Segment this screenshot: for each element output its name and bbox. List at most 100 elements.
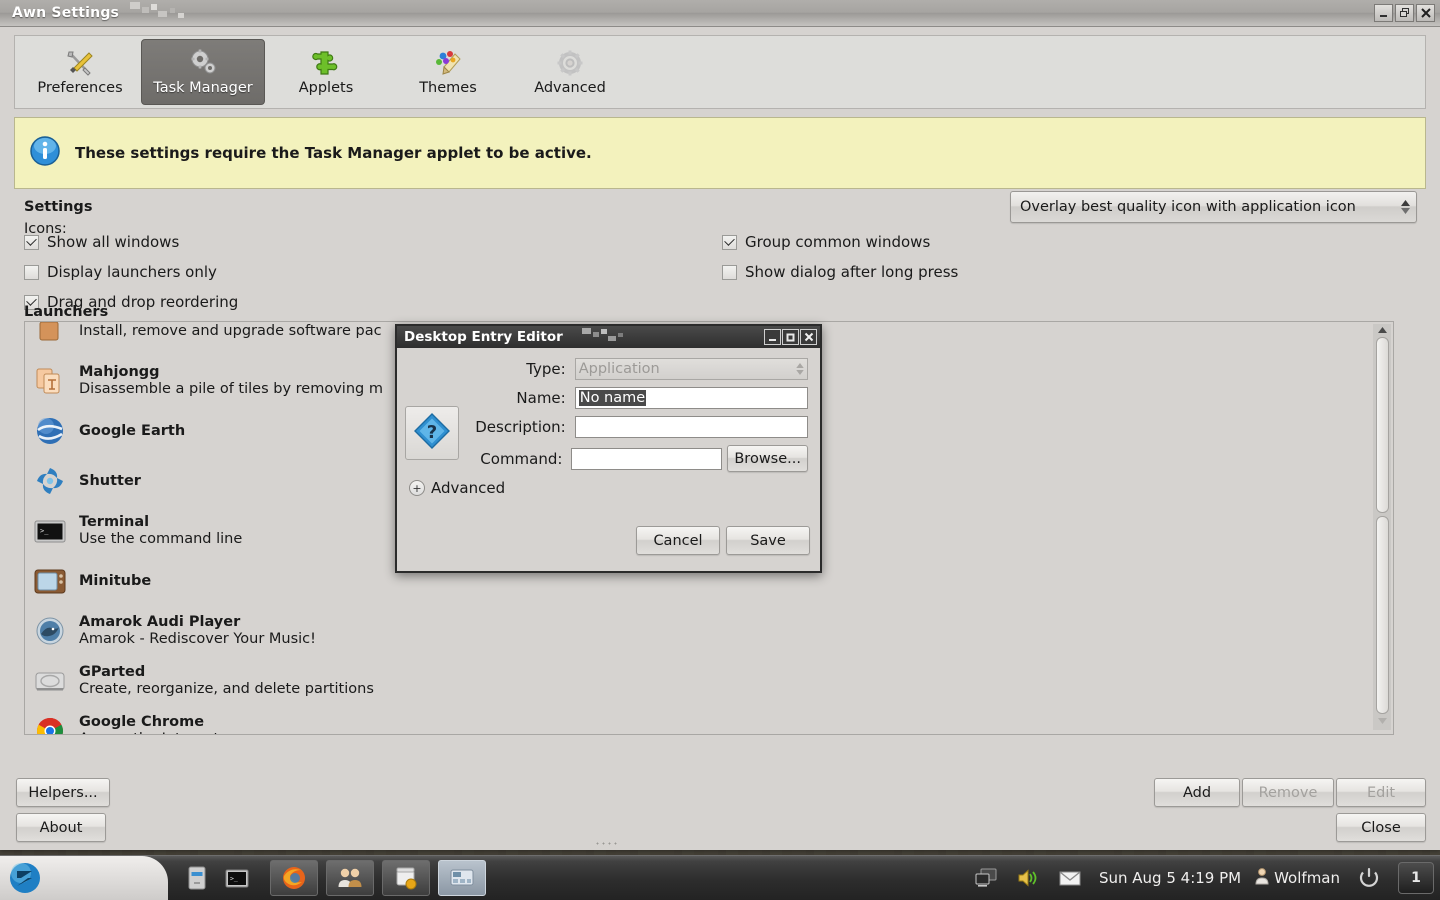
tab-themes[interactable]: Themes xyxy=(387,39,509,105)
checkbox-label: Show dialog after long press xyxy=(745,263,959,281)
checkbox-drag-and-drop-reordering[interactable]: Drag and drop reordering xyxy=(24,287,664,317)
dialog-window-controls xyxy=(764,329,820,345)
save-button[interactable]: Save xyxy=(726,526,810,555)
checkbox-show-dialog-after-long-press[interactable]: Show dialog after long press xyxy=(722,257,1282,287)
close-icon[interactable] xyxy=(800,329,817,345)
dialog-titlebar-texture xyxy=(582,328,637,346)
task-package-manager[interactable] xyxy=(382,860,430,896)
gears-icon xyxy=(188,48,218,78)
checkbox-display-launchers-only[interactable]: Display launchers only xyxy=(24,257,664,287)
name-input[interactable]: No name xyxy=(574,387,808,409)
type-value: Application xyxy=(578,361,660,377)
launchers-scrollbar[interactable] xyxy=(1373,324,1391,730)
browse-button[interactable]: Browse... xyxy=(727,445,808,472)
field-row-type: Type: Application xyxy=(409,358,808,380)
list-item-desc: Create, reorganize, and delete partition… xyxy=(79,681,374,697)
user-menu[interactable]: Wolfman xyxy=(1255,867,1340,889)
checkbox-icon[interactable] xyxy=(24,234,39,250)
clock[interactable]: Sun Aug 5 4:19 PM xyxy=(1099,869,1241,887)
resize-grip[interactable] xyxy=(596,841,624,847)
list-item-text: GParted Create, reorganize, and delete p… xyxy=(79,664,374,697)
maximize-icon[interactable] xyxy=(782,329,799,345)
helpers-button[interactable]: Helpers... xyxy=(16,778,110,807)
google-earth-icon xyxy=(33,414,67,448)
tab-label: Task Manager xyxy=(153,80,253,96)
terminal-icon: >_ xyxy=(33,514,67,548)
scroll-up-icon[interactable] xyxy=(1377,324,1387,336)
list-item[interactable]: Amarok Audi Player Amarok - Rediscover Y… xyxy=(25,606,1370,656)
palette-icon xyxy=(433,48,463,78)
checkbox-icon[interactable] xyxy=(722,234,737,250)
list-item-text: Install, remove and upgrade software pac xyxy=(79,323,382,340)
checkbox-icon[interactable] xyxy=(24,264,39,280)
list-item[interactable]: Google Chrome Access the Internet xyxy=(25,706,1370,734)
file-manager-icon[interactable] xyxy=(182,863,212,893)
gparted-icon xyxy=(33,664,67,698)
task-users[interactable] xyxy=(326,860,374,896)
window-title: Awn Settings xyxy=(12,5,120,21)
info-message: These settings require the Task Manager … xyxy=(75,143,592,162)
volume-icon[interactable] xyxy=(1013,863,1043,893)
mail-icon[interactable] xyxy=(1055,863,1085,893)
svg-text:?: ? xyxy=(427,422,437,443)
remove-button: Remove xyxy=(1242,778,1334,807)
workspace-switcher[interactable]: 1 xyxy=(1398,862,1434,894)
field-row-name: Name: No name xyxy=(409,387,808,409)
tab-label: Applets xyxy=(298,80,354,96)
list-item-text: Mahjongg Disassemble a pile of tiles by … xyxy=(79,364,383,397)
settings-column-right: Group common windows Show dialog after l… xyxy=(722,227,1282,287)
icon-mode-value: Overlay best quality icon with applicati… xyxy=(1020,199,1356,215)
task-firefox[interactable] xyxy=(270,860,318,896)
power-icon[interactable] xyxy=(1354,863,1384,893)
plus-icon[interactable]: + xyxy=(409,480,425,496)
minimize-icon[interactable] xyxy=(1374,4,1393,22)
task-awn-settings[interactable] xyxy=(438,860,486,896)
scroll-down-icon[interactable] xyxy=(1377,715,1387,727)
icon-chooser-button[interactable]: ? xyxy=(405,406,459,460)
list-item-name: Shutter xyxy=(79,472,141,489)
edit-button: Edit xyxy=(1336,778,1426,807)
cancel-button[interactable]: Cancel xyxy=(636,526,720,555)
list-item-desc: Amarok - Rediscover Your Music! xyxy=(79,631,316,647)
list-item-text: Google Chrome Access the Internet xyxy=(79,714,219,734)
scrollbar-thumb-upper[interactable] xyxy=(1375,337,1389,513)
description-input[interactable] xyxy=(574,416,808,438)
list-item-desc: Install, remove and upgrade software pac xyxy=(79,322,382,339)
icon-mode-dropdown[interactable]: Overlay best quality icon with applicati… xyxy=(1010,191,1417,223)
advanced-expander[interactable]: + Advanced xyxy=(409,479,808,497)
command-input[interactable] xyxy=(571,447,723,470)
taskbar-right: Sun Aug 5 4:19 PM Wolfman 1 xyxy=(971,862,1440,894)
tab-preferences[interactable]: Preferences xyxy=(19,39,141,105)
displays-icon[interactable] xyxy=(971,863,1001,893)
tab-advanced[interactable]: Advanced xyxy=(509,39,631,105)
svg-text:>_: >_ xyxy=(40,527,49,535)
info-icon xyxy=(29,135,61,171)
close-icon[interactable] xyxy=(1416,4,1435,22)
list-item-text: Terminal Use the command line xyxy=(79,514,242,547)
settings-column-left: Show all windows Display launchers only … xyxy=(24,227,664,317)
checkbox-group-common-windows[interactable]: Group common windows xyxy=(722,227,1282,257)
scrollbar-thumb-lower[interactable] xyxy=(1375,516,1389,714)
tab-task-manager[interactable]: Task Manager xyxy=(141,39,265,105)
checkbox-show-all-windows[interactable]: Show all windows xyxy=(24,227,664,257)
minimize-icon[interactable] xyxy=(764,329,781,345)
list-item-name: Google Chrome xyxy=(79,714,205,731)
taskbar: >_ Sun Aug 5 4:19 PM Wolfman 1 xyxy=(0,855,1440,900)
start-menu-button[interactable] xyxy=(0,856,168,900)
about-button[interactable]: About xyxy=(16,813,106,842)
amarok-icon xyxy=(33,614,67,648)
unknown-question-icon: ? xyxy=(412,411,452,455)
type-label: Type: xyxy=(526,360,566,378)
terminal-icon[interactable]: >_ xyxy=(222,863,252,893)
add-button[interactable]: Add xyxy=(1154,778,1240,807)
chevron-updown-icon xyxy=(1401,200,1410,214)
chrome-icon xyxy=(33,714,67,734)
list-item[interactable]: GParted Create, reorganize, and delete p… xyxy=(25,656,1370,706)
window-controls xyxy=(1374,4,1440,22)
list-item-desc: Use the command line xyxy=(79,531,243,547)
close-button[interactable]: Close xyxy=(1336,813,1426,842)
checkbox-icon[interactable] xyxy=(722,264,737,280)
tab-applets[interactable]: Applets xyxy=(265,39,387,105)
restore-icon[interactable] xyxy=(1395,4,1414,22)
list-item-name: Minitube xyxy=(79,572,152,589)
